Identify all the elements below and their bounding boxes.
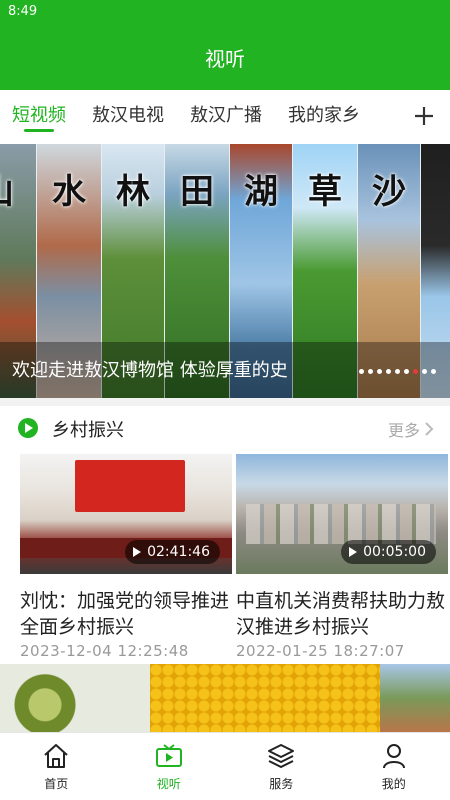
bottom-nav: 首页 视听 服务 我的 <box>0 732 450 800</box>
carousel-dot[interactable] <box>422 369 427 374</box>
video-title: 刘忱：加强党的领导推进全面乡村振兴 <box>20 590 230 638</box>
layers-icon <box>268 744 295 768</box>
status-bar: 8:49 <box>0 0 450 24</box>
nav-profile-label: 我的 <box>381 777 406 791</box>
video-duration: 00:05:00 <box>341 540 436 564</box>
nav-home-label: 首页 <box>44 777 69 791</box>
title-bar: 视听 <box>0 24 450 90</box>
city-blocks <box>246 504 436 544</box>
nav-profile[interactable]: 我的 <box>338 733 450 800</box>
plus-icon <box>415 107 433 125</box>
carousel-dots <box>359 369 436 374</box>
play-icon <box>133 547 142 557</box>
carousel-dot[interactable] <box>404 369 409 374</box>
carousel-dot[interactable] <box>368 369 373 374</box>
video-thumbnail: 00:05:00 <box>236 454 448 574</box>
tv-icon <box>155 744 182 767</box>
banner-caption-bar: 欢迎走进敖汉博物馆 体验厚重的史 <box>0 342 450 398</box>
page-title: 视听 <box>205 46 245 71</box>
status-time: 8:49 <box>8 4 38 19</box>
video-title: 中直机关消费帮扶助力敖汉推进乡村振兴 <box>236 590 446 638</box>
play-circle-icon <box>18 418 38 438</box>
nav-services[interactable]: 服务 <box>225 733 338 800</box>
nav-services-label: 服务 <box>269 777 294 791</box>
home-icon <box>44 744 68 768</box>
tab-aohan-tv[interactable]: 敖汉电视 <box>92 90 164 142</box>
tab-short-video[interactable]: 短视频 <box>12 90 66 142</box>
chevron-right-icon <box>425 422 434 436</box>
nav-media-label: 视听 <box>156 777 181 791</box>
user-icon <box>382 744 405 769</box>
banner-caption: 欢迎走进敖汉博物馆 体验厚重的史 <box>12 360 288 381</box>
video-thumbnail: 02:41:46 <box>20 454 232 574</box>
bottom-banner[interactable] <box>0 664 450 732</box>
section-title: 乡村振兴 <box>52 420 124 441</box>
channel-tabs: 短视频 敖汉电视 敖汉广播 我的家乡 <box>0 90 450 142</box>
video-duration: 02:41:46 <box>125 540 220 564</box>
nav-home[interactable]: 首页 <box>0 733 113 800</box>
nav-media[interactable]: 视听 <box>113 733 226 800</box>
play-icon <box>349 547 358 557</box>
section-divider <box>0 398 450 406</box>
tab-my-hometown[interactable]: 我的家乡 <box>288 90 360 142</box>
more-link[interactable]: 更多 <box>388 417 434 441</box>
carousel-dot[interactable] <box>386 369 391 374</box>
video-card[interactable]: 02:41:46 刘忱：加强党的领导推进全面乡村振兴 2023-12-04 12… <box>20 454 232 660</box>
banner-image-chestnut <box>0 664 150 732</box>
carousel-dot[interactable] <box>359 369 364 374</box>
video-card[interactable]: 00:05:00 中直机关消费帮扶助力敖汉推进乡村振兴 2022-01-25 1… <box>236 454 448 660</box>
banner-image-millet <box>150 664 380 732</box>
section-header: 乡村振兴 更多 <box>0 406 450 452</box>
tab-aohan-radio[interactable]: 敖汉广播 <box>190 90 262 142</box>
meeting-backdrop <box>75 460 185 512</box>
video-date: 2023-12-04 12:25:48 <box>20 642 189 660</box>
carousel-dot[interactable] <box>377 369 382 374</box>
more-label: 更多 <box>387 421 420 440</box>
add-tab-button[interactable] <box>410 90 438 142</box>
video-date: 2022-01-25 18:27:07 <box>236 642 405 660</box>
carousel-dot[interactable] <box>431 369 436 374</box>
banner-carousel[interactable]: 山 水 林 田 湖 草 沙 欢迎走进敖汉博物馆 体验厚重的史 <box>0 144 450 398</box>
carousel-dot[interactable] <box>395 369 400 374</box>
carousel-dot[interactable] <box>413 369 418 374</box>
banner-image-landscape <box>380 664 450 732</box>
